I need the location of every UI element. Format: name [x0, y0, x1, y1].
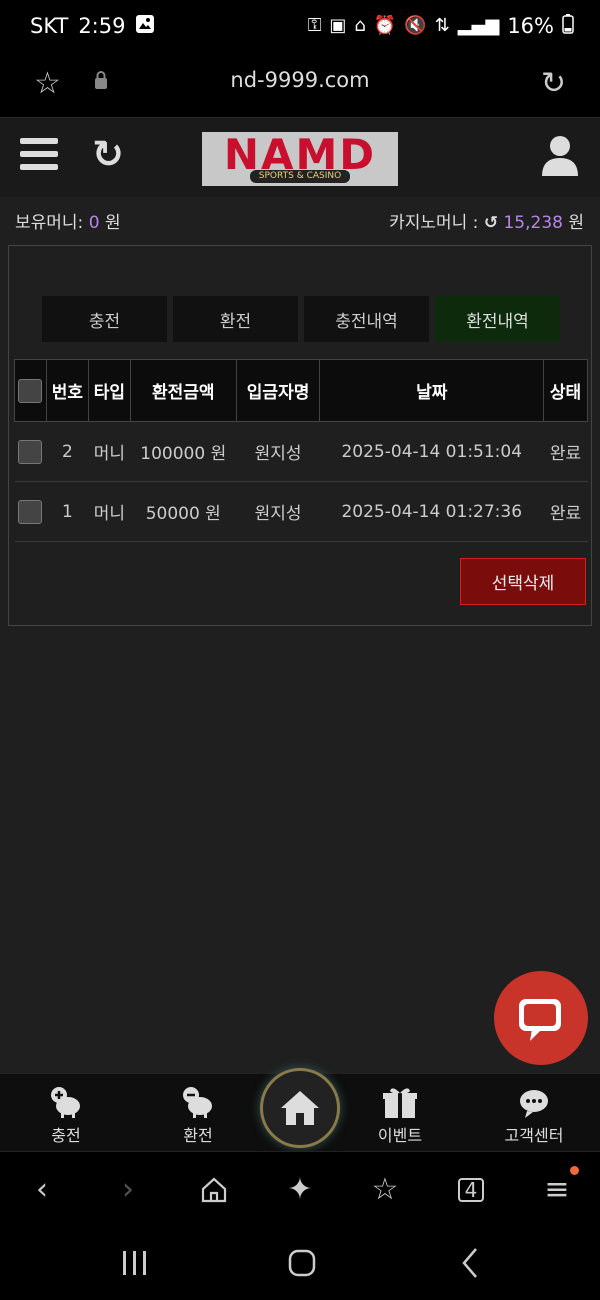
table-row: 2 머니 100000 원 원지성 2025-04-14 01:51:04 완료: [14, 421, 588, 482]
table-row: 1 머니 50000 원 원지성 2025-04-14 01:27:36 완료: [14, 481, 588, 542]
gallery-icon: [135, 14, 155, 38]
col-header-no: 번호: [45, 359, 89, 422]
reload-icon[interactable]: ↻: [541, 66, 566, 101]
live-chat-button[interactable]: [494, 971, 588, 1065]
money-value: 0: [88, 213, 100, 233]
cell-depositor: 원지성: [236, 421, 320, 482]
cell-no: 2: [46, 421, 89, 482]
url-text[interactable]: nd-9999.com: [0, 68, 600, 92]
browser-menu-icon[interactable]: ≡: [537, 1170, 577, 1210]
casino-value: 15,238: [503, 213, 563, 233]
money-unit: 원: [104, 213, 121, 233]
logo-subtitle: SPORTS & CASINO: [250, 170, 350, 183]
cell-depositor: 원지성: [236, 481, 320, 542]
browser-home-icon[interactable]: [194, 1170, 234, 1210]
nav-deposit-label: 충전: [51, 1126, 81, 1145]
tab-count: 4: [458, 1178, 484, 1202]
row-checkbox[interactable]: [18, 439, 43, 464]
money-label: 보유머니:: [15, 213, 84, 233]
tab-deposit[interactable]: 충전: [42, 296, 167, 342]
cell-status: 완료: [543, 481, 588, 542]
battery-icon: [562, 14, 574, 38]
bookmarks-icon[interactable]: ☆: [365, 1170, 405, 1210]
tab-bar: 충전 환전 충전내역 환전내역: [42, 296, 560, 342]
chat-bubble-icon: [519, 999, 561, 1041]
back-icon[interactable]: ‹: [22, 1170, 62, 1210]
row-checkbox-cell: [14, 421, 47, 482]
row-checkbox-cell: [14, 481, 47, 542]
select-all-cell: [14, 359, 47, 422]
battery-percent: 16%: [507, 14, 554, 38]
select-all-checkbox[interactable]: [18, 378, 43, 403]
history-table: 번호 타입 환전금액 입금자명 날짜 상태 2 머니 100000 원 원지성 …: [14, 359, 588, 542]
site-header: ↻ NAMD SPORTS & CASINO: [0, 117, 600, 197]
withdrawal-history-panel: 충전 환전 충전내역 환전내역 번호 타입 환전금액 입금자명 날짜 상태 2 …: [8, 245, 592, 626]
balance-bar: 보유머니: 0 원 카지노머니 : ↺ 15,238 원: [0, 197, 600, 243]
network-5g-icon: ⇅: [434, 15, 450, 36]
cell-status: 완료: [543, 421, 588, 482]
row-checkbox[interactable]: [18, 499, 43, 524]
browser-toolbar: ‹ › ✦ ☆ 4 ≡: [0, 1151, 600, 1227]
nav-support-label: 고객센터: [504, 1126, 564, 1145]
cell-date: 2025-04-14 01:51:04: [319, 421, 544, 482]
nav-withdraw-label: 환전: [183, 1126, 213, 1145]
col-header-type: 타입: [87, 359, 131, 422]
android-back-icon[interactable]: [462, 1248, 477, 1278]
casino-label: 카지노머니 :: [389, 213, 479, 233]
tab-withdraw-history[interactable]: 환전내역: [435, 296, 560, 342]
sparkle-icon[interactable]: ✦: [280, 1170, 320, 1210]
cell-no: 1: [46, 481, 89, 542]
piggy-plus-icon: [16, 1082, 116, 1122]
recents-icon[interactable]: [123, 1251, 146, 1275]
android-nav-bar: [0, 1227, 600, 1300]
cell-amount: 100000 원: [130, 421, 237, 482]
nav-support[interactable]: 고객센터: [484, 1082, 584, 1146]
site-logo[interactable]: NAMD SPORTS & CASINO: [202, 132, 398, 186]
nav-event[interactable]: 이벤트: [350, 1082, 450, 1146]
nav-event-label: 이벤트: [377, 1126, 423, 1145]
tab-deposit-history[interactable]: 충전내역: [304, 296, 429, 342]
money-balance: 보유머니: 0 원: [15, 208, 121, 233]
refresh-icon[interactable]: ↻: [92, 132, 124, 176]
casino-refresh-icon[interactable]: ↺: [484, 213, 498, 233]
col-header-amount: 환전금액: [129, 359, 237, 422]
signal-icon: ▂▄▆: [457, 15, 500, 36]
delete-selected-button[interactable]: 선택삭제: [460, 558, 586, 605]
nav-deposit[interactable]: 충전: [16, 1082, 116, 1146]
home-icon: [281, 1091, 319, 1125]
clock: 2:59: [78, 14, 126, 38]
bed-icon: ⌂: [354, 15, 366, 36]
casino-balance: 카지노머니 : ↺ 15,238 원: [389, 208, 584, 233]
status-bar: SKT 2:59 ⚿ ▣ ⌂ ⏰ 🔇 ⇅ ▂▄▆ 16%: [0, 0, 600, 56]
browser-url-bar: ☆ nd-9999.com ↻: [0, 56, 600, 116]
nfc-icon: ▣: [329, 15, 347, 36]
cell-amount: 50000 원: [130, 481, 237, 542]
col-header-date: 날짜: [319, 359, 545, 422]
col-header-status: 상태: [543, 359, 588, 422]
cell-type: 머니: [88, 421, 131, 482]
piggy-minus-icon: [148, 1082, 248, 1122]
cell-type: 머니: [88, 481, 131, 542]
carrier: SKT: [30, 14, 69, 38]
tabs-icon[interactable]: 4: [451, 1170, 491, 1210]
headset-chat-icon: [484, 1082, 584, 1122]
hamburger-menu-icon[interactable]: [20, 138, 58, 174]
tab-withdraw[interactable]: 환전: [173, 296, 298, 342]
col-header-depositor: 입금자명: [235, 359, 321, 422]
mute-icon: 🔇: [404, 15, 427, 36]
android-home-icon[interactable]: [288, 1249, 316, 1277]
key-icon: ⚿: [307, 15, 322, 36]
gift-icon: [350, 1082, 450, 1122]
user-profile-icon[interactable]: [540, 134, 580, 178]
cell-date: 2025-04-14 01:27:36: [319, 481, 544, 542]
table-header-row: 번호 타입 환전금액 입금자명 날짜 상태: [14, 359, 588, 422]
alarm-icon: ⏰: [373, 15, 397, 36]
casino-unit: 원: [568, 213, 584, 233]
nav-withdraw[interactable]: 환전: [148, 1082, 248, 1146]
notification-dot: [570, 1166, 579, 1175]
forward-icon[interactable]: ›: [108, 1170, 148, 1210]
home-button[interactable]: [260, 1068, 340, 1148]
